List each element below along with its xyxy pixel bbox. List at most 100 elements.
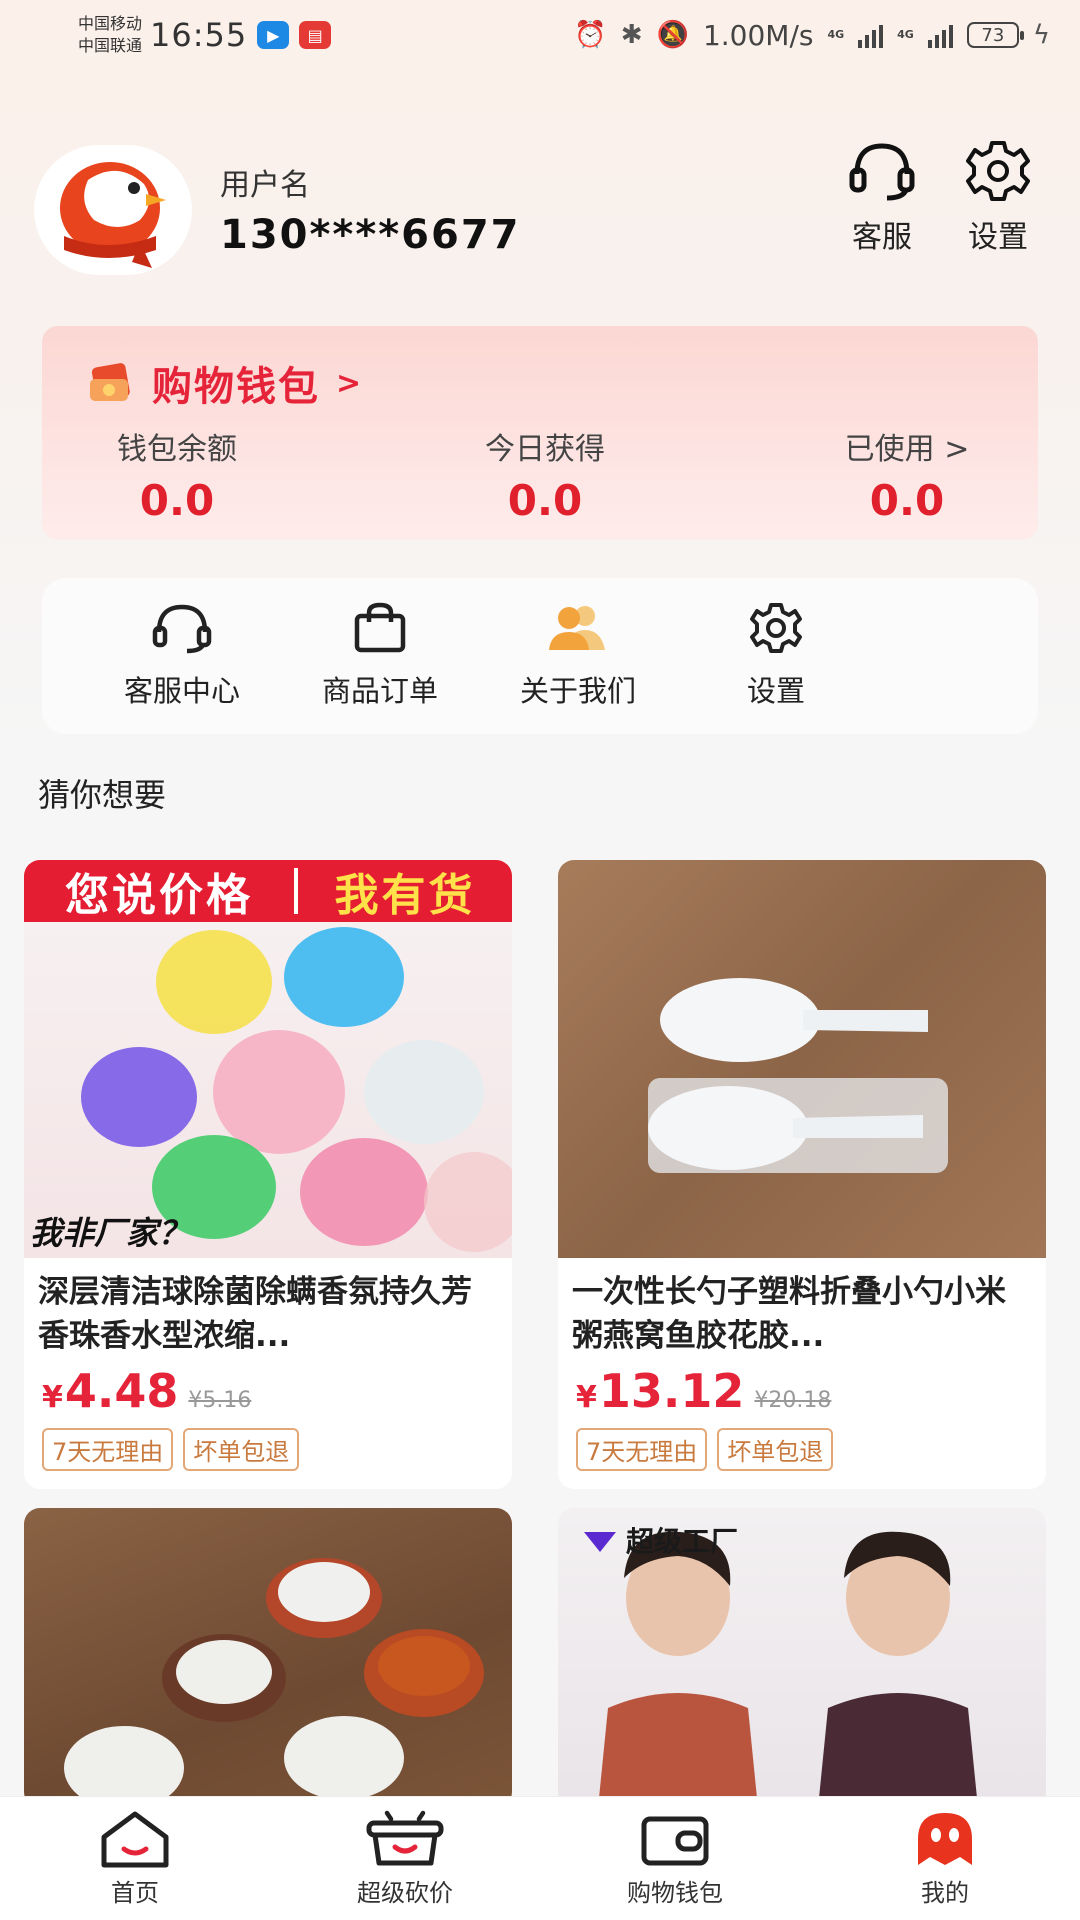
product-card[interactable] [24,1508,512,1808]
banner-left-text: 您说价格 [65,870,253,921]
plastic-spoon-illustration [648,978,948,1173]
username-label: 用户名 [220,168,310,203]
used-label: 已使用 > [844,432,970,467]
phone-number: 130****6677 [220,212,521,258]
product-name[interactable]: 一次性长勺子塑料折叠小勺小米粥燕窝鱼胶花胶... [558,1258,1046,1360]
tab-mine[interactable]: 我的 [810,1797,1080,1920]
super-factory-badge: 超级工厂 [580,1520,738,1560]
people-icon [549,606,605,650]
signal-icon-2 [927,22,953,48]
currency-symbol: ¥ [42,1380,63,1415]
original-price: ¥20.18 [754,1388,832,1413]
battery-indicator: 73 [966,22,1024,48]
network-speed: 1.00M/s [702,18,814,52]
headset-icon [849,143,915,201]
bluetooth-icon: ✱ [620,20,643,50]
today-earned-label: 今日获得 [485,432,605,467]
product-card[interactable]: 您说价格 我有货 我非厂家？ 深层清洁球除菌除螨香氛持久芳香珠香水型浓缩... … [24,860,512,1489]
wallet-balance[interactable]: 钱包余额 0.0 [92,424,262,525]
alarm-icon: ⏰ [574,20,607,50]
product-image-spoons[interactable] [558,860,1046,1258]
price-row: ¥ 13.12 ¥20.18 [558,1360,1046,1418]
tab-label: 首页 [111,1879,159,1907]
banner-right-text: 我有货 [334,870,476,921]
avatar[interactable] [34,145,192,275]
wallet-title: 购物钱包 [152,364,320,410]
product-card[interactable]: 超级工厂 [558,1508,1046,1808]
wallet-arrow: > [336,365,362,401]
quick-item-settings[interactable]: 设置 [686,602,866,710]
gear-icon [750,603,802,653]
tab-label: 购物钱包 [627,1879,723,1907]
settings-label: 设置 [968,220,1028,255]
network-type: 4G [827,28,845,41]
charging-icon: ϟ [1032,20,1050,50]
tag-return-7days: 7天无理由 [42,1428,174,1471]
tag-broken-refund: 坏单包退 [183,1428,300,1471]
price-row: ¥ 4.48 ¥5.16 [24,1360,512,1418]
profile-mascot-icon [918,1813,972,1865]
quick-item-service-center[interactable]: 客服中心 [92,602,272,710]
tab-label: 超级砍价 [357,1879,453,1907]
product-name[interactable]: 深层清洁球除菌除螨香氛持久芳香珠香水型浓缩... [24,1258,512,1360]
quick-menu: 客服中心 商品订单 关于我们 设置 [42,578,1038,734]
today-earned[interactable]: 今日获得 0.0 [460,424,630,525]
shopping-wallet-card[interactable]: 购物钱包 > 钱包余额 0.0 今日获得 0.0 已使用 > 0.0 [42,326,1038,540]
product-price: 13.12 [598,1364,745,1418]
wallet-balance-label: 钱包余额 [117,432,237,467]
tag-return-7days: 7天无理由 [576,1428,708,1471]
guess-section-title: 猜你想要 [38,776,167,814]
quick-item-label: 商品订单 [321,674,438,708]
used-amount[interactable]: 已使用 > 0.0 [832,424,982,525]
network-type-2: 4G [897,28,914,41]
badge-text: 超级工厂 [626,1525,739,1558]
carrier-1: 中国移动 [78,14,143,33]
bottom-tab-bar: 首页 超级砍价 购物钱包 我的 [0,1796,1080,1920]
tea-bowls-illustration [64,1558,484,1808]
product-image-capsules[interactable]: 您说价格 我有货 我非厂家？ [24,860,512,1258]
book-notification-icon: ▤ [299,21,332,49]
wallet-balance-value: 0.0 [139,476,215,525]
product-image-bowls[interactable] [24,1508,512,1808]
original-price: ¥5.16 [188,1388,252,1413]
currency-symbol: ¥ [576,1380,597,1415]
product-image-underwear[interactable]: 超级工厂 [558,1508,1046,1808]
promo-banner: 您说价格 我有货 [24,860,512,922]
carrier-info: 中国移动 中国联通 [78,13,142,57]
wallet-title-row[interactable]: 购物钱包 > [86,354,361,412]
shopping-bag-icon [354,602,406,653]
customer-service-label: 客服 [852,220,912,255]
status-time: 16:55 [150,16,248,54]
tab-super-bargain[interactable]: 超级砍价 [270,1797,540,1920]
wallet-icon [641,1816,709,1866]
tab-label: 我的 [921,1879,969,1907]
pot-icon [366,1810,444,1866]
image-caption: 我非厂家？ [30,1214,191,1252]
headset-icon [152,604,212,654]
quick-item-label: 设置 [746,674,805,708]
tab-shopping-wallet[interactable]: 购物钱包 [540,1797,810,1920]
today-earned-value: 0.0 [507,476,583,525]
penguin-avatar-icon [60,162,166,268]
tag-broken-refund: 坏单包退 [717,1428,834,1471]
carrier-2: 中国联通 [78,36,143,55]
quick-item-orders[interactable]: 商品订单 [290,602,470,710]
tab-home[interactable]: 首页 [0,1797,270,1920]
diamond-icon [584,1532,616,1552]
used-value: 0.0 [869,476,945,525]
product-price: 4.48 [64,1364,179,1418]
quick-item-about-us[interactable]: 关于我们 [488,602,668,710]
red-envelope-icon [90,363,130,401]
settings-button[interactable]: 设置 [948,140,1048,256]
status-bar: 中国移动 中国联通 16:55 ▶ ▤ ⏰ ✱ 🔕 1.00M/s 4G 4G … [0,0,1080,70]
gear-icon [966,141,1030,201]
product-tags: 7天无理由 坏单包退 [558,1418,1046,1489]
mute-icon: 🔕 [656,20,689,50]
app-notification-icon: ▶ [257,21,290,49]
quick-item-label: 关于我们 [519,674,636,708]
product-card[interactable]: 一次性长勺子塑料折叠小勺小米粥燕窝鱼胶花胶... ¥ 13.12 ¥20.18 … [558,860,1046,1489]
customer-service-button[interactable]: 客服 [832,140,932,256]
quick-item-label: 客服中心 [123,674,240,708]
product-tags: 7天无理由 坏单包退 [24,1418,512,1489]
home-icon [101,1811,169,1868]
